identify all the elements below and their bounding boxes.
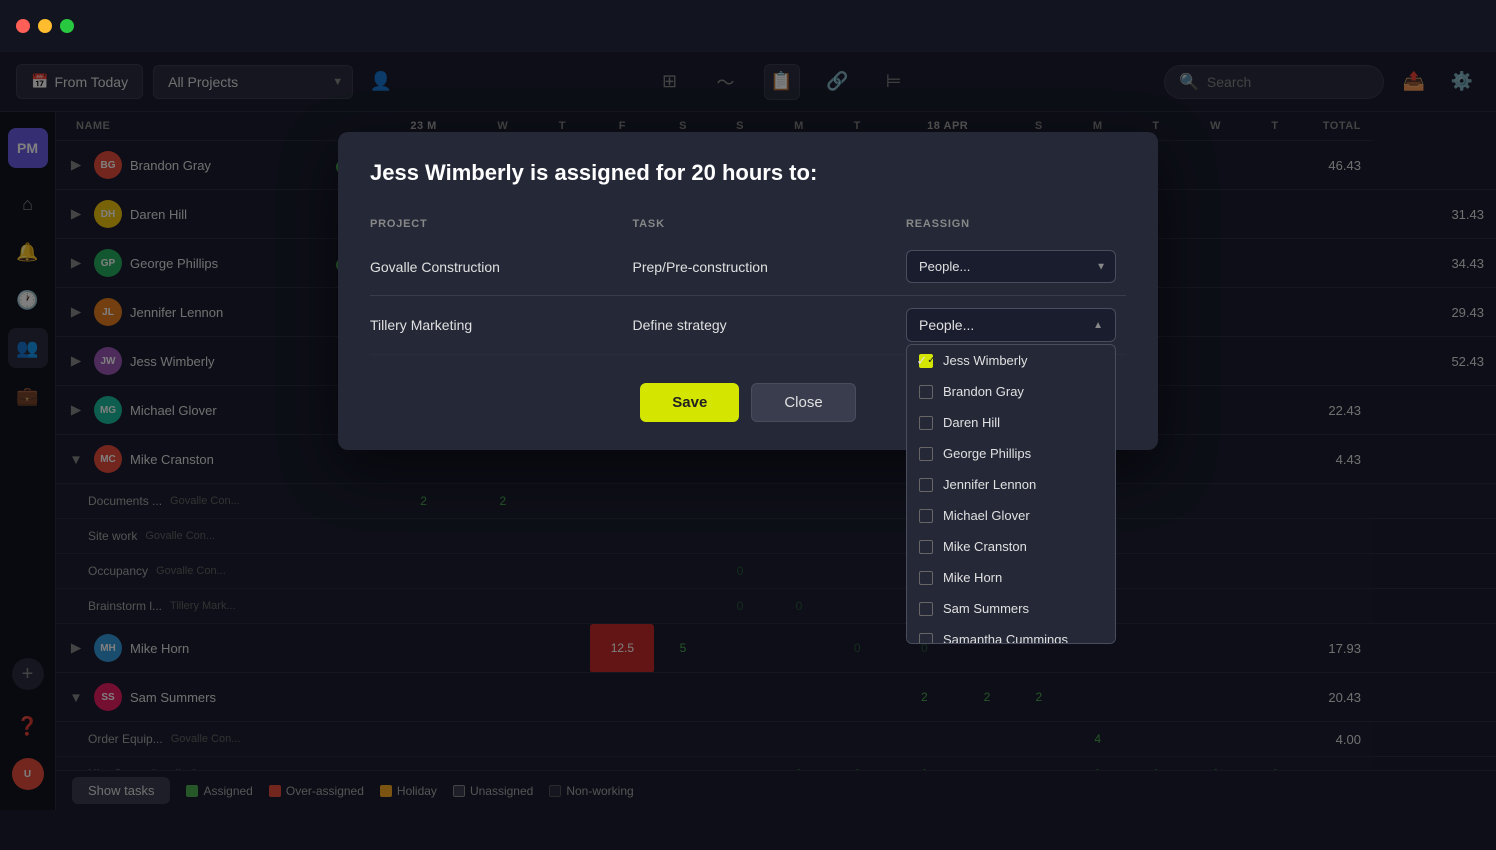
dropdown-item-michael[interactable]: Michael Glover xyxy=(907,500,1115,531)
people-dropdown-list: ✓ Jess Wimberly Brandon Gray Daren Hill xyxy=(906,344,1116,644)
modal-task-1: Prep/Pre-construction xyxy=(632,238,906,296)
save-button[interactable]: Save xyxy=(640,383,739,422)
dropdown-item-daren[interactable]: Daren Hill xyxy=(907,407,1115,438)
checkbox-brandon[interactable] xyxy=(919,385,933,399)
people-select-1[interactable]: People... xyxy=(906,250,1116,283)
modal-col-task: TASK xyxy=(632,210,906,238)
modal-dialog: Jess Wimberly is assigned for 20 hours t… xyxy=(338,132,1158,450)
modal-reassign-1: People... xyxy=(906,238,1126,296)
checkbox-jess[interactable]: ✓ xyxy=(919,354,933,368)
checkbox-sam[interactable] xyxy=(919,602,933,616)
dropdown-item-mike-c[interactable]: Mike Cranston xyxy=(907,531,1115,562)
modal-table: PROJECT TASK REASSIGN Govalle Constructi… xyxy=(370,210,1126,355)
dropdown-item-sam[interactable]: Sam Summers xyxy=(907,593,1115,624)
dropdown-person-name: Brandon Gray xyxy=(943,384,1024,399)
chevron-up-icon: ▲ xyxy=(1093,320,1103,331)
people-select-wrapper-1: People... xyxy=(906,250,1116,283)
maximize-button[interactable] xyxy=(60,19,74,33)
modal-project-2: Tillery Marketing xyxy=(370,296,632,355)
dropdown-item-brandon[interactable]: Brandon Gray xyxy=(907,376,1115,407)
checkbox-mike-c[interactable] xyxy=(919,540,933,554)
checkbox-michael[interactable] xyxy=(919,509,933,523)
dropdown-item-jennifer[interactable]: Jennifer Lennon xyxy=(907,469,1115,500)
checkbox-george[interactable] xyxy=(919,447,933,461)
modal-col-reassign: REASSIGN xyxy=(906,210,1126,238)
dropdown-person-name: George Phillips xyxy=(943,446,1031,461)
dropdown-person-name: Daren Hill xyxy=(943,415,1000,430)
modal-task-2: Define strategy xyxy=(632,296,906,355)
dropdown-item-mike-h[interactable]: Mike Horn xyxy=(907,562,1115,593)
dropdown-person-name: Michael Glover xyxy=(943,508,1030,523)
dropdown-person-name: Mike Cranston xyxy=(943,539,1027,554)
modal-reassign-2: People... ▲ ✓ Jess Wimberly xyxy=(906,296,1126,355)
titlebar xyxy=(0,0,1496,52)
close-button[interactable]: Close xyxy=(751,383,855,422)
people-open-dropdown: People... ▲ ✓ Jess Wimberly xyxy=(906,308,1126,342)
dropdown-person-name: Samantha Cummings xyxy=(943,632,1068,644)
modal-col-project: PROJECT xyxy=(370,210,632,238)
checkbox-daren[interactable] xyxy=(919,416,933,430)
checkbox-samantha[interactable] xyxy=(919,633,933,645)
modal-overlay[interactable]: Jess Wimberly is assigned for 20 hours t… xyxy=(0,52,1496,850)
dropdown-item-samantha[interactable]: Samantha Cummings xyxy=(907,624,1115,644)
modal-row-1: Govalle Construction Prep/Pre-constructi… xyxy=(370,238,1126,296)
dropdown-person-name: Sam Summers xyxy=(943,601,1029,616)
modal-title: Jess Wimberly is assigned for 20 hours t… xyxy=(370,160,1126,186)
people-select-trigger-2[interactable]: People... ▲ xyxy=(906,308,1116,342)
checkbox-jennifer[interactable] xyxy=(919,478,933,492)
dropdown-person-name: Jess Wimberly xyxy=(943,353,1028,368)
checkbox-mike-h[interactable] xyxy=(919,571,933,585)
dropdown-item-george[interactable]: George Phillips xyxy=(907,438,1115,469)
people-select-label-2: People... xyxy=(919,317,974,333)
minimize-button[interactable] xyxy=(38,19,52,33)
window-controls xyxy=(16,19,74,33)
dropdown-person-name: Jennifer Lennon xyxy=(943,477,1036,492)
dropdown-item-jess[interactable]: ✓ Jess Wimberly xyxy=(907,345,1115,376)
close-button[interactable] xyxy=(16,19,30,33)
modal-row-2: Tillery Marketing Define strategy People… xyxy=(370,296,1126,355)
dropdown-person-name: Mike Horn xyxy=(943,570,1002,585)
modal-project-1: Govalle Construction xyxy=(370,238,632,296)
